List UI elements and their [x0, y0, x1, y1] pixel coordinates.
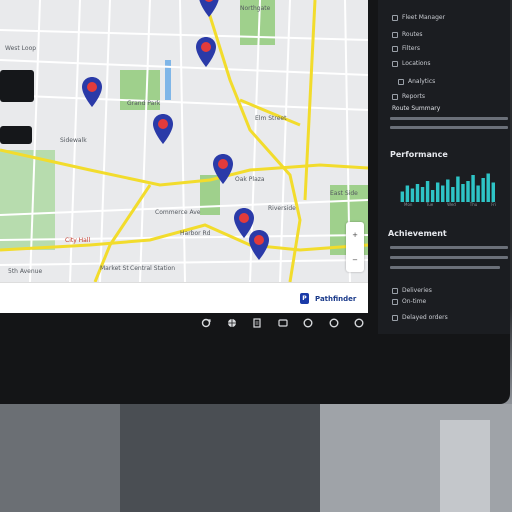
circle-icon[interactable] — [302, 317, 314, 329]
map-canvas[interactable]: Sidewalk Grand Park Commerce Ave Elm Str… — [0, 0, 368, 282]
pin-icon — [392, 60, 398, 67]
menu-item[interactable]: Fleet Manager — [392, 14, 445, 21]
text-line — [390, 246, 508, 249]
achievement-heading: Achievement — [388, 229, 447, 238]
menu-item[interactable]: Routes — [392, 31, 423, 38]
performance-bar — [486, 173, 490, 202]
performance-axis: Mon Tue Wed Thu Fri — [404, 202, 496, 207]
map-label: City Hall — [65, 237, 91, 244]
footer-link[interactable]: P Pathfinder — [300, 293, 356, 304]
map-label: Riverside — [268, 205, 296, 212]
map-label: 5th Avenue — [8, 268, 43, 275]
menu-item[interactable]: Analytics — [398, 78, 435, 85]
document-icon — [392, 93, 398, 100]
brand-icon: P — [300, 293, 309, 304]
zoom-out-button[interactable]: − — [352, 256, 358, 264]
axis-tick-label: Fri — [491, 202, 496, 207]
map-label: West Loop — [5, 45, 37, 52]
performance-bar — [461, 184, 465, 202]
zoom-in-button[interactable]: + — [352, 231, 358, 239]
filter-icon — [392, 45, 398, 52]
globe-icon[interactable] — [226, 317, 238, 329]
park-area — [0, 150, 55, 250]
route-icon — [392, 31, 398, 38]
location-pin[interactable] — [195, 36, 217, 68]
text-line — [390, 256, 508, 259]
map-label: Sidewalk — [60, 137, 87, 144]
performance-bar — [410, 188, 415, 202]
performance-bar — [476, 185, 480, 202]
map-label: Oak Plaza — [235, 176, 265, 183]
chart-icon — [398, 78, 404, 85]
performance-heading: Performance — [390, 150, 448, 159]
menu-item[interactable]: Filters — [392, 45, 420, 52]
axis-tick-label: Tue — [426, 202, 434, 207]
map-overlay-card[interactable] — [0, 126, 32, 144]
map-label: Harbor Rd — [180, 230, 211, 237]
text-line — [390, 117, 508, 120]
background-shelf — [440, 420, 490, 512]
location-pin[interactable] — [198, 0, 220, 18]
truck-icon — [392, 14, 398, 21]
performance-bar — [456, 176, 460, 202]
performance-bar — [425, 181, 430, 202]
map-label: Grand Park — [127, 100, 161, 107]
background-person — [120, 404, 320, 512]
list-item[interactable]: Deliveries — [392, 287, 432, 294]
footer-link-label: Pathfinder — [315, 294, 357, 303]
map-label: Elm Street — [255, 115, 287, 122]
map-label: Northgate — [240, 5, 271, 12]
alert-icon — [392, 314, 398, 321]
refresh-icon[interactable] — [200, 317, 212, 329]
performance-bar — [405, 185, 410, 202]
performance-bar — [446, 179, 450, 202]
performance-bar — [491, 182, 495, 202]
performance-bar — [420, 187, 425, 202]
circle-icon[interactable] — [353, 317, 365, 329]
menu-item[interactable]: Reports — [392, 93, 425, 100]
text-line — [390, 126, 508, 129]
location-pin[interactable] — [212, 153, 234, 185]
list-item[interactable]: Delayed orders — [392, 314, 448, 321]
background-wall — [0, 404, 120, 512]
map-label: East Side — [330, 190, 358, 197]
map-footer: P Pathfinder — [0, 282, 368, 313]
performance-bar — [471, 175, 475, 202]
menu-item[interactable]: Locations — [392, 60, 431, 67]
zoom-control: + − — [346, 222, 364, 272]
performance-bar — [451, 187, 455, 202]
performance-bar — [400, 191, 405, 202]
axis-tick-label: Wed — [447, 202, 456, 207]
info-title: Route Summary — [392, 105, 441, 112]
monitor: Sidewalk Grand Park Commerce Ave Elm Str… — [0, 0, 510, 404]
performance-bar — [415, 184, 420, 202]
clock-icon — [392, 298, 398, 305]
axis-tick-label: Mon — [404, 202, 413, 207]
list-item[interactable]: On-time — [392, 298, 426, 305]
location-pin[interactable] — [248, 229, 270, 261]
performance-bar — [481, 178, 485, 202]
map-window: Sidewalk Grand Park Commerce Ave Elm Str… — [0, 0, 368, 313]
document-icon[interactable] — [251, 317, 263, 329]
performance-bar — [441, 185, 445, 202]
window-icon[interactable] — [277, 317, 289, 329]
performance-bar — [435, 182, 440, 202]
map-label: Central Station — [130, 265, 176, 272]
performance-bar — [466, 181, 470, 202]
taskbar — [200, 315, 365, 331]
performance-bar — [430, 190, 435, 202]
circle-icon[interactable] — [328, 317, 340, 329]
axis-tick-label: Thu — [469, 202, 478, 207]
box-icon — [392, 287, 398, 294]
map-label: Market St — [100, 265, 129, 272]
text-line — [390, 266, 500, 269]
map-label: Commerce Ave — [155, 209, 201, 216]
map-overlay-card[interactable] — [0, 70, 34, 102]
location-pin[interactable] — [152, 113, 174, 145]
map-roads — [0, 0, 368, 282]
location-pin[interactable] — [81, 76, 103, 108]
